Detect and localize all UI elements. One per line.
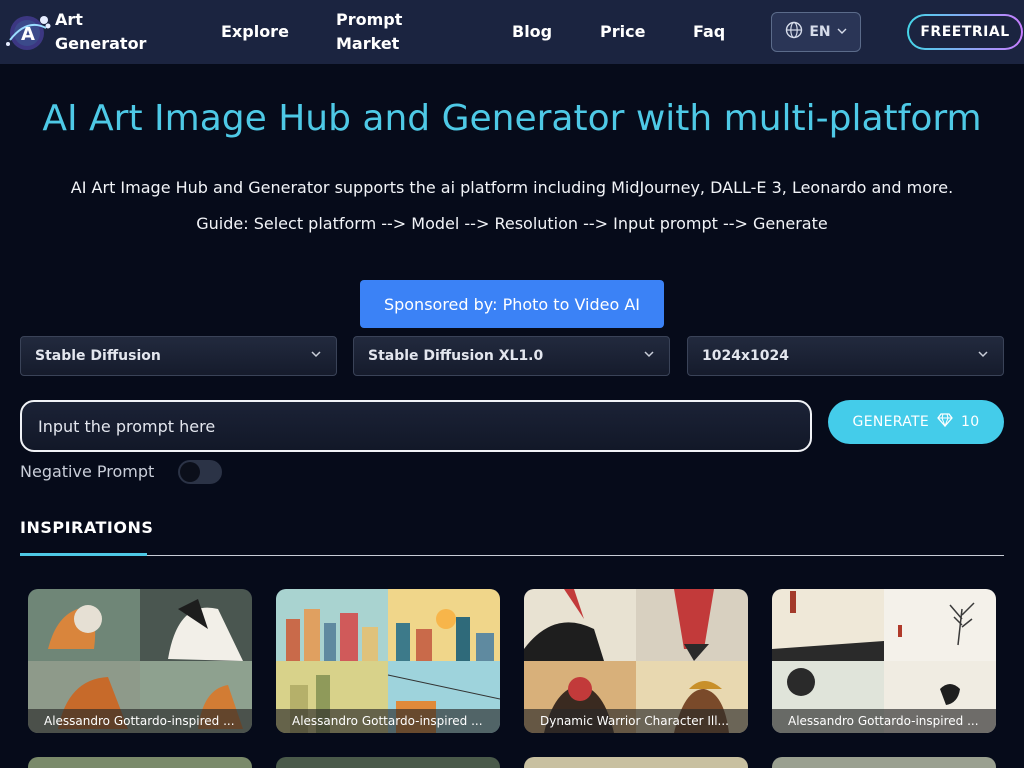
model-select-value: Stable Diffusion XL1.0 (368, 348, 544, 364)
nav-price[interactable]: Price (600, 20, 645, 44)
chevron-down-icon (643, 348, 655, 364)
inspiration-card[interactable]: Alessandro Gottardo-inspired ... (28, 589, 252, 733)
generate-label: GENERATE (852, 414, 930, 430)
svg-text:A: A (21, 24, 35, 45)
card-caption: Dynamic Warrior Character Ill... (524, 709, 748, 733)
nav-faq[interactable]: Faq (693, 20, 725, 44)
tab-inspirations[interactable]: INSPIRATIONS (20, 517, 153, 539)
generate-button[interactable]: GENERATE 10 (828, 400, 1004, 444)
inspiration-card[interactable]: Alessandro Gottardo-inspired ... (772, 589, 996, 733)
inspiration-card-partial[interactable] (772, 757, 996, 768)
inspiration-card-partial[interactable] (524, 757, 748, 768)
chevron-down-icon (310, 348, 322, 364)
card-caption: Alessandro Gottardo-inspired ... (276, 709, 500, 733)
platform-select[interactable]: Stable Diffusion (20, 336, 337, 376)
resolution-select-value: 1024x1024 (702, 348, 789, 364)
freetrial-button[interactable]: FREETRIAL (907, 14, 1023, 50)
generate-cost: 10 (961, 414, 980, 430)
tab-divider (20, 555, 1004, 556)
prompt-input[interactable] (20, 400, 812, 452)
toggle-knob (180, 462, 200, 482)
inspiration-card[interactable]: Dynamic Warrior Character Ill... (524, 589, 748, 733)
nav-prompt-market[interactable]: Prompt Market (336, 8, 402, 56)
nav-blog[interactable]: Blog (512, 20, 552, 44)
logo-line-2: Generator (55, 34, 147, 53)
nav-explore[interactable]: Explore (221, 20, 289, 44)
diamond-icon (937, 413, 953, 431)
page-title: AI Art Image Hub and Generator with mult… (42, 98, 982, 139)
language-code: EN (809, 24, 831, 40)
inspiration-card[interactable]: Alessandro Gottardo-inspired ... (276, 589, 500, 733)
chevron-down-icon (837, 24, 847, 40)
sponsor-button[interactable]: Sponsored by: Photo to Video AI (360, 280, 664, 328)
negative-prompt-label: Negative Prompt (20, 462, 155, 481)
language-selector[interactable]: EN (771, 12, 861, 52)
resolution-select[interactable]: 1024x1024 (687, 336, 1004, 376)
nav-market-label: Market (336, 34, 400, 53)
globe-icon (785, 21, 803, 43)
chevron-down-icon (977, 348, 989, 364)
inspiration-card-partial[interactable] (276, 757, 500, 768)
card-caption: Alessandro Gottardo-inspired ... (772, 709, 996, 733)
platform-select-value: Stable Diffusion (35, 348, 161, 364)
logo-text[interactable]: Art Generator (55, 8, 146, 56)
inspiration-card-partial[interactable] (28, 757, 252, 768)
logo-icon[interactable]: A (2, 10, 52, 56)
negative-prompt-toggle[interactable] (178, 460, 222, 484)
top-navbar: A Art Generator Explore Prompt Market Bl… (0, 0, 1024, 64)
guide-text: Guide: Select platform --> Model --> Res… (196, 214, 828, 233)
model-select[interactable]: Stable Diffusion XL1.0 (353, 336, 670, 376)
card-caption: Alessandro Gottardo-inspired ... (28, 709, 252, 733)
nav-prompt-label: Prompt (336, 10, 403, 29)
logo-line-1: Art (55, 10, 83, 29)
page-subtitle: AI Art Image Hub and Generator supports … (70, 178, 954, 197)
tab-active-indicator (20, 553, 147, 556)
